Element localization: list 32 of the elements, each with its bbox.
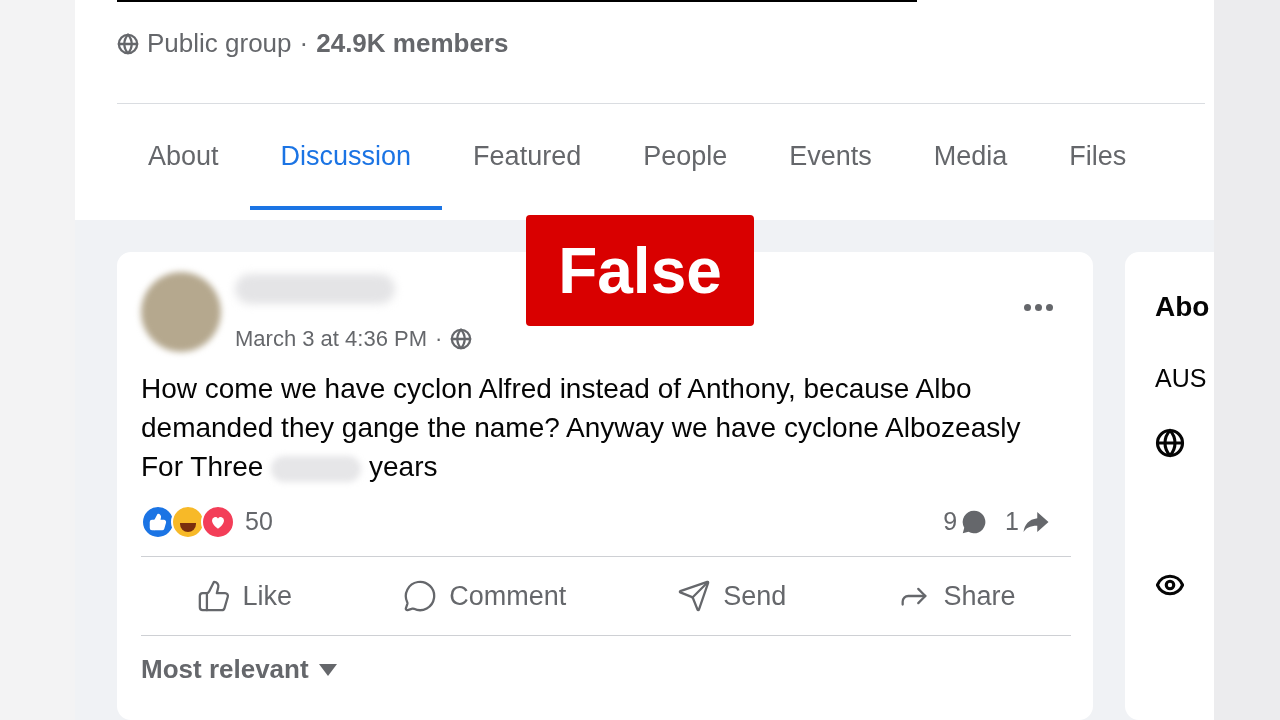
separator-dot: · [299,27,309,60]
globe-icon [450,327,473,350]
tab[interactable]: Featured [442,106,613,210]
tab[interactable]: People [612,106,759,210]
tab[interactable]: Events [758,106,903,210]
post-action-button[interactable]: Comment [383,569,587,623]
globe-icon [117,32,139,55]
separator-dot: · [435,325,443,353]
thumbs-up-icon [196,579,231,613]
more-options-icon[interactable] [1024,304,1053,311]
globe-icon [1155,427,1185,458]
share-count[interactable]: 1 [1005,503,1019,541]
post-time[interactable]: March 3 at 4:36 PM [235,322,427,355]
post-action-button[interactable]: Send [657,569,807,623]
tab[interactable]: About [117,106,250,210]
post-action-button[interactable]: Like [176,569,313,623]
speech-bubble-icon [403,579,438,613]
tab[interactable]: Media [902,106,1039,210]
fact-check-label: False [526,215,754,326]
comment-count[interactable]: 9 [943,503,958,541]
post-action-button[interactable]: Share [877,569,1036,623]
member-count: 24.9K members [316,27,509,60]
post-text: How come we have cyclon Alfred instead of Anthony, because Albo demanded they gange the name? Anyway we have cyclone Albozeasly For Three years [141,372,1022,484]
caret-icon [318,663,337,676]
reaction-count[interactable]: 50 [245,503,273,541]
card-title: Abo [1155,290,1211,324]
sort-dropdown[interactable]: Most relevant [141,650,1069,689]
group-privacy: Public group [147,27,292,60]
tab[interactable]: Discussion [249,106,443,210]
tab[interactable]: Files [1038,106,1158,210]
card-text: AUS [1155,363,1208,394]
paper-plane-icon [677,579,712,613]
